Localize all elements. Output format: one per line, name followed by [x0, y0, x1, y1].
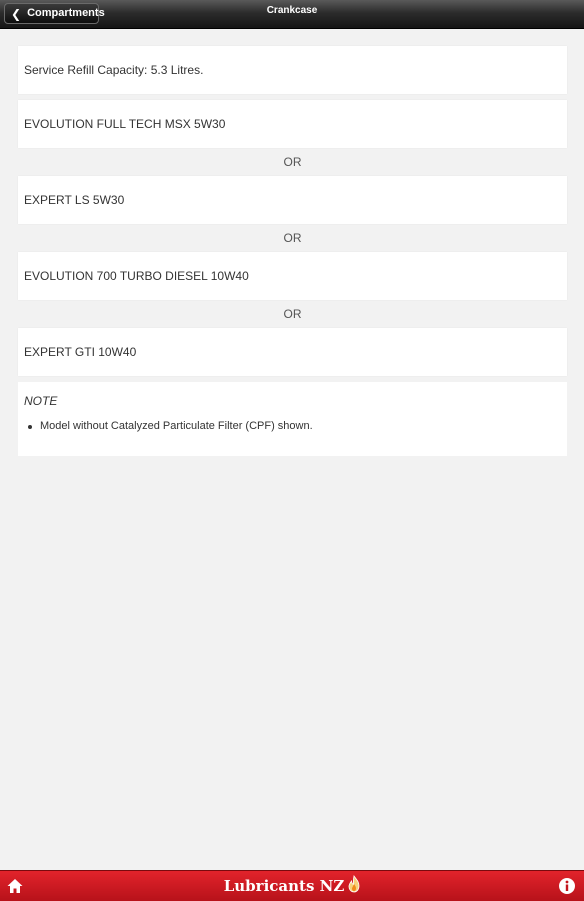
flame-icon [348, 875, 360, 897]
or-separator: OR [283, 155, 302, 169]
product-name: EXPERT LS 5W30 [24, 193, 125, 207]
info-icon[interactable] [558, 877, 576, 895]
or-separator: OR [283, 307, 302, 321]
product-name: EXPERT GTI 10W40 [24, 345, 137, 359]
brand-logo: Lubricants NZ [0, 871, 584, 901]
page-title: Crankcase [266, 5, 318, 16]
product-card: EXPERT LS 5W30 [18, 176, 567, 224]
note-item: Model without Catalyzed Particulate Filt… [24, 420, 561, 432]
product-name: EVOLUTION 700 TURBO DIESEL 10W40 [24, 269, 249, 283]
capacity-card: Service Refill Capacity: 5.3 Litres. [18, 46, 567, 94]
top-navigation-bar: ❮ Compartments Crankcase [0, 0, 584, 29]
note-item-text: Model without Catalyzed Particulate Filt… [40, 420, 313, 432]
product-card: EVOLUTION 700 TURBO DIESEL 10W40 [18, 252, 567, 300]
product-card: EVOLUTION FULL TECH MSX 5W30 [18, 100, 567, 148]
note-card: NOTE Model without Catalyzed Particulate… [18, 382, 567, 456]
capacity-text: Service Refill Capacity: 5.3 Litres. [24, 63, 204, 77]
product-name: EVOLUTION FULL TECH MSX 5W30 [24, 117, 226, 131]
bottom-bar: Lubricants NZ [0, 870, 584, 901]
note-title: NOTE [24, 394, 58, 408]
main-content: Service Refill Capacity: 5.3 Litres. EVO… [18, 46, 567, 456]
or-separator: OR [283, 231, 302, 245]
product-card: EXPERT GTI 10W40 [18, 328, 567, 376]
bullet-icon [28, 425, 32, 429]
brand-text: Lubricants NZ [223, 877, 345, 895]
